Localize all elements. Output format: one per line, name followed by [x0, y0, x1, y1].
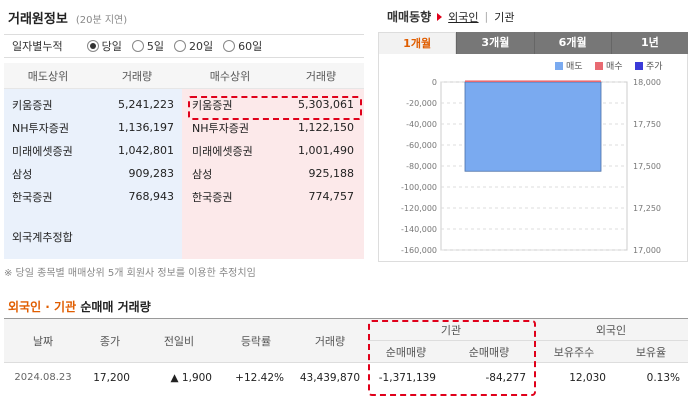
sell-row: 키움증권 5,241,223: [12, 98, 174, 112]
sell-volume-header: 거래량: [121, 69, 153, 83]
radio-icon: [131, 40, 144, 52]
arrow-right-icon: [437, 12, 443, 21]
sell-row: NH투자증권 1,136,197: [12, 121, 174, 135]
sell-row: 미래에셋증권 1,042,801: [12, 144, 174, 158]
highlight-box: [368, 320, 536, 396]
y-right-tick-label: 17,250: [633, 204, 661, 213]
legend-swatch: [635, 62, 643, 70]
y-right-tick-label: 17,000: [633, 246, 661, 255]
y-right-tick-label: 17,500: [633, 162, 661, 171]
y-left-tick-label: -160,000: [401, 246, 437, 255]
institution-link[interactable]: 기관: [494, 9, 514, 25]
sell-row: 한국증권 768,943: [12, 190, 174, 204]
legend-swatch: [595, 62, 603, 70]
buy-volume-header: 거래량: [305, 69, 337, 83]
buy-row: 삼성 925,188: [192, 167, 354, 181]
tab-3-months[interactable]: 3개월: [456, 32, 534, 54]
radio-icon: [86, 40, 99, 52]
period-tabs: 1개월 3개월 6개월 1년: [378, 32, 688, 54]
y-left-tick-label: -80,000: [406, 162, 437, 171]
trader-info-header: 거래원정보 (20분 지연): [8, 8, 128, 27]
sell-top-header: 매도상위: [27, 69, 69, 83]
delay-note: (20분 지연): [75, 15, 128, 26]
col-ratio: 보유율: [614, 340, 688, 363]
col-date: 날짜: [4, 318, 82, 363]
legend-label: 주가: [646, 61, 663, 72]
col-volume: 거래량: [292, 318, 368, 363]
radio-icon: [173, 40, 186, 52]
y-left-tick-label: -140,000: [401, 225, 437, 234]
buy-row: 미래에셋증권 1,001,490: [192, 144, 354, 158]
sell-row: 삼성 909,283: [12, 167, 174, 181]
y-left-tick-label: -60,000: [406, 141, 437, 150]
legend-swatch: [555, 62, 563, 70]
period-radio-today[interactable]: 당일: [86, 38, 122, 54]
tab-1-year[interactable]: 1년: [610, 32, 688, 54]
buy-top-header: 매수상위: [209, 69, 251, 83]
trend-chart-panel: 0 -20,000 -40,000 -60,000 -80,000 -100,000 -12…: [378, 54, 688, 262]
table-row: 2024.08.23 17,200 ▲ 1,900 +12.42% 43,439…: [14, 371, 680, 384]
legend-label: 매수: [606, 61, 623, 72]
foreign-total-label: 외국계추정합: [12, 231, 73, 244]
col-rate: 등락률: [220, 318, 292, 363]
col-foreign: 외국인: [534, 318, 688, 341]
rank-header: 매도상위 거래량 매수상위 거래량: [4, 63, 364, 89]
col-holding: 보유주수: [534, 340, 614, 363]
sell-bar: [464, 81, 602, 172]
buy-row: 한국증권 774,757: [192, 190, 354, 204]
y-left-tick-label: -20,000: [406, 99, 437, 108]
period-radio-5d[interactable]: 5일: [131, 38, 164, 54]
trader-rank-table: 매도상위 거래량 매수상위 거래량 키움증권 5,241,223 NH투자증권 1,…: [4, 63, 364, 259]
y-left-tick-label: 0: [432, 78, 437, 87]
tab-1-month[interactable]: 1개월: [378, 32, 457, 54]
trend-header: 매매동향 외국인 | 기관: [387, 9, 515, 25]
period-selector: 일자별누적 당일 5일 20일 60일: [4, 34, 364, 58]
period-radio-20d[interactable]: 20일: [173, 38, 213, 54]
y-left-tick-label: -40,000: [406, 120, 437, 129]
net-trade-table: 날짜 종가 전일비 등락률 거래량 기관 외국인 순매매량 순매매량 보유주수 …: [4, 318, 688, 393]
col-change: 전일비: [138, 318, 220, 363]
net-trade-title: 외국인 · 기관 순매매 거래량: [8, 300, 151, 314]
period-label: 일자별누적: [12, 40, 63, 53]
y-left-tick-label: -100,000: [401, 183, 437, 192]
y-right-tick-label: 18,000: [633, 78, 661, 87]
y-left-tick-label: -120,000: [401, 204, 437, 213]
radio-icon: [223, 40, 236, 52]
y-right-tick-label: 17,750: [633, 120, 661, 129]
foreign-link[interactable]: 외국인: [448, 9, 478, 25]
col-close: 종가: [82, 318, 138, 363]
legend-label: 매도: [566, 61, 583, 72]
trader-info-title: 거래원정보: [8, 12, 68, 27]
footnote: ※ 당일 종목별 매매상위 5개 회원사 정보를 이용한 추정치임: [4, 268, 256, 279]
buy-bar: [465, 80, 601, 82]
highlight-box: [188, 96, 362, 120]
trend-chart: 0 -20,000 -40,000 -60,000 -80,000 -100,000 -12…: [401, 61, 663, 255]
period-radio-60d[interactable]: 60일: [223, 38, 262, 54]
trend-title: 매매동향: [387, 10, 432, 24]
tab-6-months[interactable]: 6개월: [533, 32, 611, 54]
